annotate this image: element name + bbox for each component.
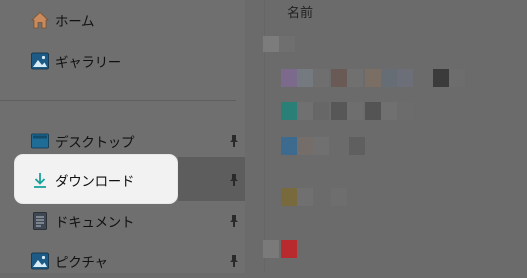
desktop-icon [30,131,50,151]
nav-item-home[interactable]: ホーム [0,3,245,37]
pin-icon[interactable] [227,254,241,268]
nav-item-downloads[interactable]: ダウンロード [0,163,245,197]
nav-item-label: デスクトップ [55,135,135,151]
nav-item-label: ドキュメント [55,215,135,231]
column-header-name[interactable]: 名前 [287,2,313,21]
download-icon [30,170,50,190]
pin-icon[interactable] [227,134,241,148]
nav-item-label: ダウンロード [55,174,135,190]
home-icon [30,10,50,30]
gallery-icon [30,51,50,71]
navigation-pane: ホーム ギャラリー デスクトップ ダウンロード ドキュメント ピクチャ [0,0,245,273]
pin-icon[interactable] [227,173,241,187]
nav-item-documents[interactable]: ドキュメント [0,204,245,238]
file-list-pane: 名前 [245,0,527,273]
documents-icon [30,211,50,231]
nav-item-label: ピクチャ [55,255,108,271]
pictures-icon [30,251,50,271]
pin-icon[interactable] [227,214,241,228]
nav-item-label: ホーム [55,14,95,30]
nav-item-desktop[interactable]: デスクトップ [0,124,245,158]
nav-item-gallery[interactable]: ギャラリー [0,44,245,78]
nav-divider [0,100,236,101]
nav-item-label: ギャラリー [55,55,121,71]
